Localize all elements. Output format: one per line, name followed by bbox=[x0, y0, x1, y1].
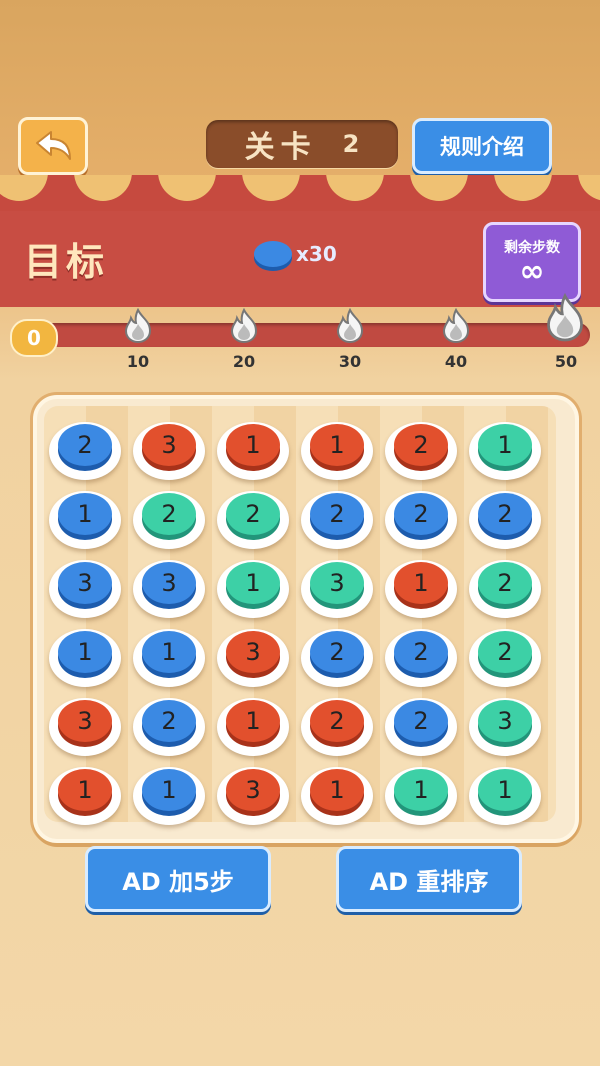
milestone-label: 10 bbox=[126, 352, 150, 371]
board-cell[interactable]: 2 bbox=[133, 483, 205, 549]
board-cell[interactable]: 1 bbox=[133, 621, 205, 687]
big-flame-icon bbox=[547, 292, 583, 342]
number-disc: 1 bbox=[226, 700, 280, 742]
goal-target-count: x30 bbox=[296, 242, 337, 266]
level-number: 2 bbox=[342, 130, 360, 158]
number-disc: 2 bbox=[226, 493, 280, 535]
board-cell[interactable]: 1 bbox=[49, 759, 121, 825]
board-cell[interactable]: 1 bbox=[469, 759, 541, 825]
game-board: 231121122222331312113222321223113111 bbox=[44, 406, 556, 825]
board-cell[interactable]: 3 bbox=[49, 552, 121, 618]
number-disc: 1 bbox=[142, 631, 196, 673]
board-cell[interactable]: 2 bbox=[301, 621, 373, 687]
number-disc: 2 bbox=[142, 493, 196, 535]
board-cell[interactable]: 2 bbox=[49, 414, 121, 480]
board-cell[interactable]: 2 bbox=[301, 483, 373, 549]
goal-title: 目标 bbox=[24, 240, 109, 284]
board-cell[interactable]: 2 bbox=[217, 483, 289, 549]
number-disc: 1 bbox=[394, 769, 448, 811]
flame-icon bbox=[230, 308, 258, 344]
rules-button[interactable]: 规则介绍 bbox=[412, 118, 552, 174]
number-disc: 1 bbox=[58, 631, 112, 673]
board-cell[interactable]: 3 bbox=[133, 414, 205, 480]
board-cell[interactable]: 1 bbox=[49, 621, 121, 687]
number-disc: 2 bbox=[394, 631, 448, 673]
number-disc: 1 bbox=[58, 769, 112, 811]
board-cell[interactable]: 3 bbox=[49, 690, 121, 756]
board-cell[interactable]: 3 bbox=[217, 759, 289, 825]
board-cell[interactable]: 2 bbox=[385, 690, 457, 756]
remaining-steps-box: 剩余步数 ∞ bbox=[483, 222, 581, 302]
board-cell[interactable]: 2 bbox=[133, 690, 205, 756]
number-disc: 3 bbox=[58, 700, 112, 742]
number-disc: 3 bbox=[58, 562, 112, 604]
number-disc: 1 bbox=[58, 493, 112, 535]
number-disc: 2 bbox=[478, 631, 532, 673]
number-disc: 2 bbox=[310, 493, 364, 535]
number-disc: 1 bbox=[310, 769, 364, 811]
board-cell[interactable]: 1 bbox=[133, 759, 205, 825]
board-cell[interactable]: 2 bbox=[469, 483, 541, 549]
board-cell[interactable]: 2 bbox=[301, 690, 373, 756]
number-disc: 2 bbox=[394, 493, 448, 535]
number-disc: 1 bbox=[478, 769, 532, 811]
number-disc: 3 bbox=[310, 562, 364, 604]
board-cell[interactable]: 1 bbox=[301, 414, 373, 480]
number-disc: 2 bbox=[142, 700, 196, 742]
number-disc: 1 bbox=[226, 424, 280, 466]
add-steps-button[interactable]: AD 加5步 bbox=[85, 846, 271, 912]
number-disc: 3 bbox=[142, 562, 196, 604]
reshuffle-button[interactable]: AD 重排序 bbox=[336, 846, 522, 912]
board-cell[interactable]: 1 bbox=[301, 759, 373, 825]
board-cell[interactable]: 2 bbox=[469, 552, 541, 618]
flame-icon bbox=[124, 308, 152, 344]
milestone-label: 50 bbox=[554, 352, 578, 371]
number-disc: 1 bbox=[478, 424, 532, 466]
back-arrow-icon bbox=[36, 131, 71, 160]
progress-bar bbox=[18, 323, 590, 347]
milestone-label: 40 bbox=[444, 352, 468, 371]
board-cell[interactable]: 1 bbox=[469, 414, 541, 480]
number-disc: 1 bbox=[310, 424, 364, 466]
board-cell[interactable]: 1 bbox=[385, 759, 457, 825]
goal-target-disc-icon bbox=[254, 241, 292, 267]
progress-current: 0 bbox=[10, 319, 58, 357]
board-cell[interactable]: 2 bbox=[385, 414, 457, 480]
back-button[interactable] bbox=[18, 117, 88, 175]
board-cell[interactable]: 3 bbox=[301, 552, 373, 618]
flame-icon bbox=[442, 308, 470, 344]
board-cell[interactable]: 1 bbox=[385, 552, 457, 618]
number-disc: 3 bbox=[226, 769, 280, 811]
number-disc: 1 bbox=[142, 769, 196, 811]
flame-icon bbox=[336, 308, 364, 344]
number-disc: 2 bbox=[478, 493, 532, 535]
board-cell[interactable]: 2 bbox=[469, 621, 541, 687]
number-disc: 3 bbox=[478, 700, 532, 742]
number-disc: 2 bbox=[478, 562, 532, 604]
number-disc: 2 bbox=[394, 424, 448, 466]
board-cell[interactable]: 3 bbox=[217, 621, 289, 687]
board-cell[interactable]: 3 bbox=[469, 690, 541, 756]
milestone-label: 20 bbox=[232, 352, 256, 371]
board-cell[interactable]: 1 bbox=[217, 690, 289, 756]
board-cell[interactable]: 1 bbox=[49, 483, 121, 549]
level-indicator: 关卡 2 bbox=[206, 120, 398, 168]
number-disc: 2 bbox=[58, 424, 112, 466]
number-disc: 1 bbox=[394, 562, 448, 604]
number-disc: 2 bbox=[394, 700, 448, 742]
number-disc: 3 bbox=[142, 424, 196, 466]
board-cell[interactable]: 1 bbox=[217, 552, 289, 618]
board-cell[interactable]: 2 bbox=[385, 621, 457, 687]
number-disc: 3 bbox=[226, 631, 280, 673]
board-cell[interactable]: 1 bbox=[217, 414, 289, 480]
milestone-label: 30 bbox=[338, 352, 362, 371]
board-cell[interactable]: 3 bbox=[133, 552, 205, 618]
number-disc: 2 bbox=[310, 700, 364, 742]
number-disc: 2 bbox=[310, 631, 364, 673]
number-disc: 1 bbox=[226, 562, 280, 604]
level-label: 关卡 bbox=[244, 130, 317, 165]
steps-value: ∞ bbox=[519, 254, 545, 289]
awning-decoration bbox=[0, 175, 600, 211]
board-cell[interactable]: 2 bbox=[385, 483, 457, 549]
